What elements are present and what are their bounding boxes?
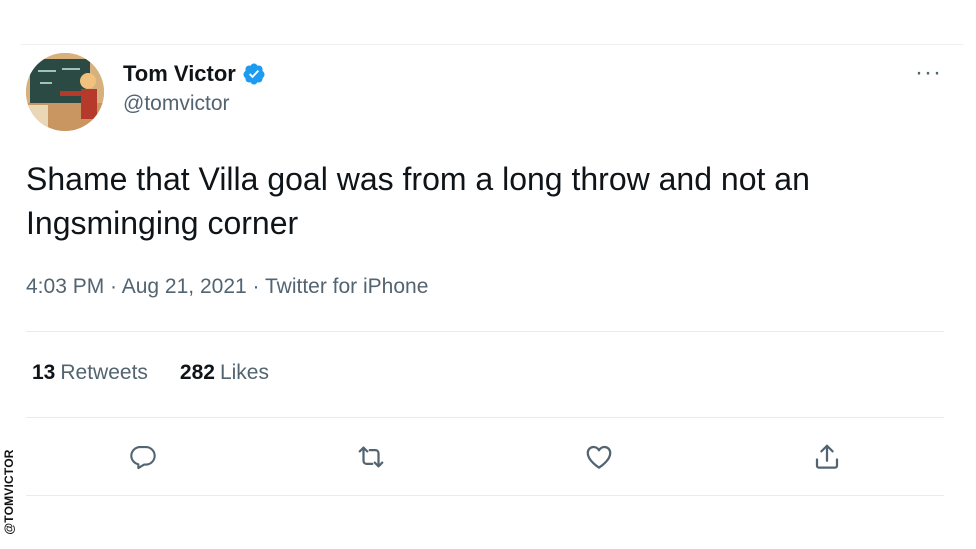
watermark-text: @TOMVICTOR — [2, 449, 16, 535]
display-name[interactable]: Tom Victor — [123, 61, 236, 87]
verified-badge-icon — [243, 63, 265, 85]
watermark: @TOMVICTOR — [0, 440, 18, 544]
divider — [26, 331, 944, 332]
author-handle[interactable]: @tomvictor — [123, 92, 230, 116]
meta-separator: · — [246, 275, 265, 298]
tweet-stats: 13 Retweets 282 Likes — [32, 361, 269, 385]
page: Tom Victor @tomvictor ··· Shame that Vil… — [0, 0, 976, 549]
tweet-meta: 4:03 PM · Aug 21, 2021 · Twitter for iPh… — [26, 275, 428, 299]
likes-label: Likes — [219, 361, 269, 384]
retweet-button[interactable] — [351, 437, 391, 477]
retweets-label: Retweets — [60, 361, 148, 384]
share-icon — [815, 444, 839, 469]
tweet-date[interactable]: Aug 21, 2021 — [122, 275, 247, 298]
avatar[interactable] — [26, 53, 104, 131]
like-heart-icon — [586, 445, 612, 469]
tweet-actions — [20, 437, 940, 477]
like-button[interactable] — [579, 437, 619, 477]
tweet-time[interactable]: 4:03 PM — [26, 275, 104, 298]
divider — [26, 495, 944, 496]
avatar-image — [26, 53, 104, 131]
divider — [26, 417, 944, 418]
retweet-icon — [358, 446, 384, 468]
more-horizontal-icon[interactable]: ··· — [915, 59, 942, 87]
reply-button[interactable] — [123, 437, 163, 477]
tweet-text: Shame that Villa goal was from a long th… — [26, 161, 810, 241]
tweet-card: Tom Victor @tomvictor ··· Shame that Vil… — [20, 44, 964, 503]
share-button[interactable] — [807, 437, 847, 477]
author-name-row: Tom Victor — [123, 61, 266, 87]
retweets-count: 13 — [32, 361, 56, 384]
reply-icon — [130, 446, 156, 470]
likes-count: 282 — [179, 361, 215, 384]
retweets-stat[interactable]: 13 Retweets — [32, 361, 148, 385]
tweet-source[interactable]: Twitter for iPhone — [265, 275, 428, 298]
likes-stat[interactable]: 282 Likes — [180, 361, 269, 385]
meta-separator: · — [104, 275, 122, 298]
